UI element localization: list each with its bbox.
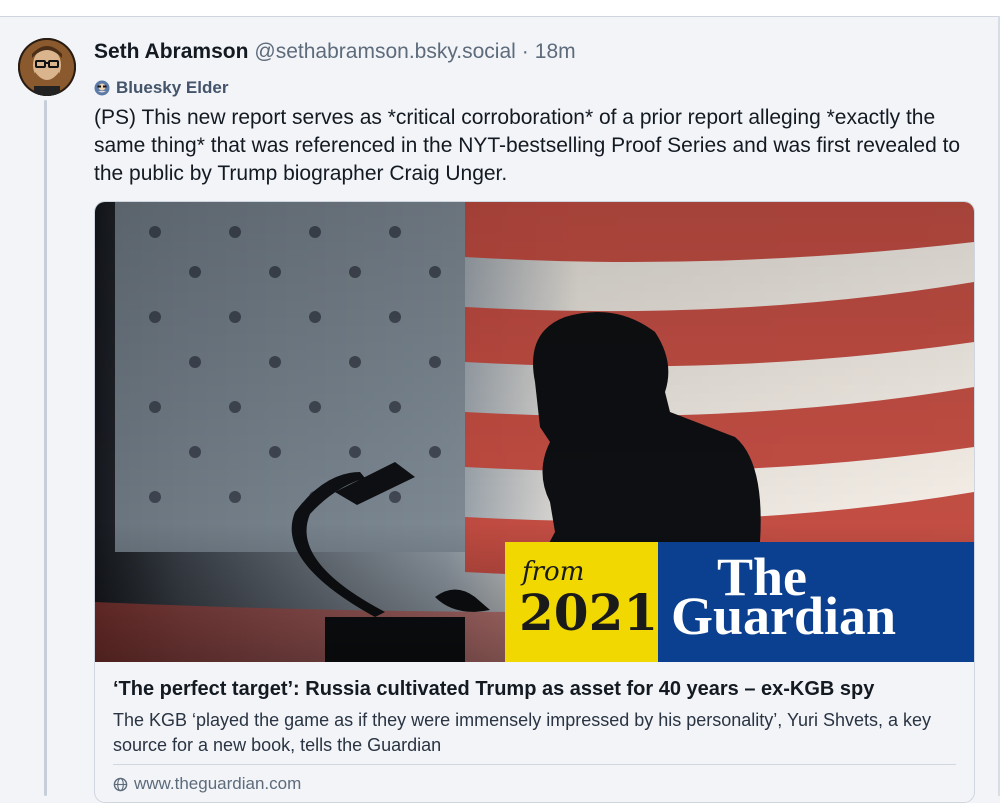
link-card-domain[interactable]: www.theguardian.com bbox=[113, 774, 301, 794]
thread-line bbox=[44, 100, 47, 796]
link-card-title[interactable]: ‘The perfect target’: Russia cultivated … bbox=[113, 678, 963, 701]
elder-badge-icon bbox=[94, 80, 110, 96]
globe-icon bbox=[113, 777, 128, 791]
link-card-image: from 2021 The Guardian bbox=[95, 202, 974, 662]
post-header: Seth Abramson @sethabramson.bsky.social · 1… bbox=[94, 40, 576, 68]
top-bar bbox=[0, 0, 1000, 17]
guardian-logo-line2: Guardian bbox=[671, 586, 896, 646]
avatar[interactable] bbox=[18, 38, 76, 96]
badge-label: Bluesky Elder bbox=[116, 78, 229, 97]
card-divider bbox=[113, 764, 956, 765]
link-domain-text: www.theguardian.com bbox=[134, 774, 302, 793]
post-text: (PS) This new report serves as *critical… bbox=[94, 106, 961, 185]
separator-dot: · bbox=[521, 40, 529, 63]
author-handle[interactable]: @sethabramson.bsky.social bbox=[254, 40, 515, 63]
link-card-description: The KGB ‘played the game as if they were… bbox=[113, 710, 932, 755]
year-label: 2021 bbox=[519, 583, 658, 642]
author-name[interactable]: Seth Abramson bbox=[94, 40, 248, 63]
post-timestamp[interactable]: 18m bbox=[535, 40, 576, 63]
user-badge: Bluesky Elder bbox=[94, 77, 228, 99]
link-card[interactable]: from 2021 The Guardian ‘The perfect targ… bbox=[94, 201, 975, 803]
